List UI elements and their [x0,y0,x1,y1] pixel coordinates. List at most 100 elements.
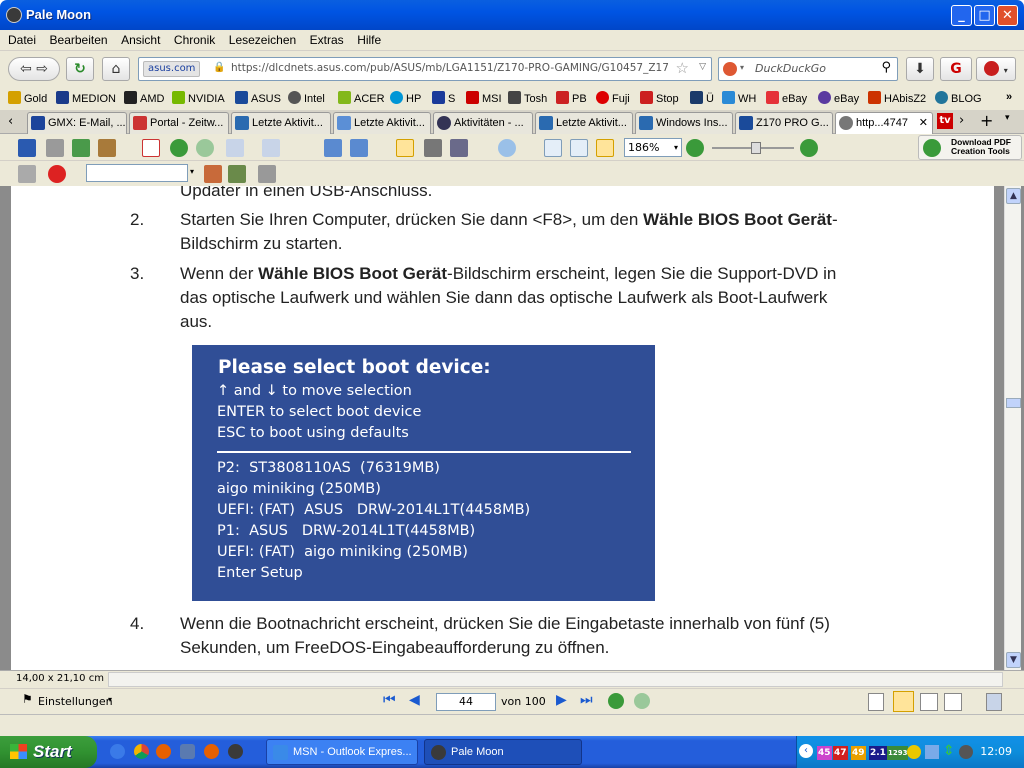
taskbar-task-outlook[interactable]: MSN - Outlook Expres... [266,739,418,765]
zoom-level-select[interactable]: 186% ▾ [624,138,682,157]
search-icon[interactable]: ⚲ [881,60,891,75]
back-forward-button[interactable]: ⇦ ⇨ [8,57,60,81]
minimize-button[interactable]: _ [951,5,972,26]
recycle-icon[interactable] [228,165,246,183]
bookmark-item[interactable]: Intel [288,91,325,105]
close-button[interactable]: ✕ [997,5,1018,26]
tab-active[interactable]: http...4747 ✕ [835,112,933,135]
tab-scroll-left-icon[interactable]: ‹ [8,114,13,129]
tray-arrows-icon[interactable]: ⇕ [943,743,955,759]
previous-page-icon[interactable]: ◀ [409,692,420,708]
previous-view-icon[interactable] [170,139,188,157]
settings-dropdown-icon[interactable]: ▾ [108,695,112,704]
menu-lesezeichen[interactable]: Lesezeichen [229,30,296,50]
adblock-dropdown-icon[interactable]: ▾ [1004,66,1008,75]
tray-badge[interactable]: 45 [817,746,832,760]
bookmark-item[interactable]: S [432,91,455,105]
zoom-out-icon[interactable] [686,139,704,157]
rotate-icon[interactable] [324,139,342,157]
scroll-down-icon[interactable]: ▼ [1006,652,1021,668]
bookmark-item[interactable]: Ü [690,91,714,105]
tray-network-icon[interactable] [925,745,939,759]
find-binoculars-icon[interactable] [18,165,36,183]
bookmark-item[interactable]: MEDION [56,91,116,105]
bookmark-star-icon[interactable]: ☆ [676,59,689,77]
scroll-up-icon[interactable]: ▲ [1006,188,1021,204]
zoom-slider-handle[interactable] [751,142,761,154]
zoom-icon[interactable] [498,139,516,157]
horizontal-scrollbar[interactable] [108,672,1003,687]
tray-badge[interactable]: 49 [851,746,866,760]
tab[interactable]: Letzte Aktivit... [231,112,331,134]
search-bar[interactable]: ▾ DuckDuckGo ⚲ [718,57,898,81]
extension-g-button[interactable]: G [940,57,972,81]
bookmark-item[interactable]: MSI [466,91,502,105]
page-layout-icon[interactable] [986,693,1002,711]
url-dropdown-icon[interactable]: ▽ [699,62,706,72]
scrollbar-thumb[interactable] [1006,398,1021,408]
zoom-dropdown-icon[interactable]: ▾ [674,139,678,156]
tab[interactable]: Z170 PRO G... [735,112,833,134]
fit-page-icon[interactable] [570,139,588,157]
bookmark-item[interactable]: Gold [8,91,47,105]
export-icon[interactable] [72,139,90,157]
search-engine-dropdown-icon[interactable]: ▾ [740,63,744,72]
settings-button[interactable]: Einstellungen [38,695,113,708]
search-input[interactable]: DuckDuckGo [755,62,826,75]
download-pdf-creation-tools-button[interactable]: Download PDF Creation Tools [918,135,1022,160]
bookmark-item[interactable]: HP [390,91,421,105]
bookmark-item[interactable]: Tosh [508,91,547,105]
undo-icon[interactable] [226,139,244,157]
bookmark-item[interactable]: BLOG [935,91,982,105]
package-icon[interactable] [98,139,116,157]
bookmark-item[interactable]: AMD [124,91,164,105]
ask-icon[interactable] [48,165,66,183]
single-page-icon[interactable] [868,693,884,711]
ask-search-input[interactable] [86,164,188,182]
bookmark-item[interactable]: WH [722,91,756,105]
continuous-page-icon[interactable] [893,691,914,712]
bookmark-item[interactable]: HAbisZ2 [868,91,926,105]
tab-scroll-right-icon[interactable]: › [959,113,964,128]
tray-badge[interactable]: 2.1 [869,746,887,760]
start-button[interactable]: Start [0,736,97,768]
bookmark-item[interactable]: eBay [766,91,807,105]
tab[interactable]: Letzte Aktivit... [333,112,431,134]
snapshot-icon[interactable] [424,139,442,157]
select-tool-icon[interactable] [450,139,468,157]
bookmark-item[interactable]: PB [556,91,587,105]
tray-plus-icon[interactable] [907,745,921,759]
settings-flag-icon[interactable]: ⚑ [22,692,33,706]
tab[interactable]: GMX: E-Mail, ... [27,112,127,134]
tray-expand-icon[interactable]: ‹ [799,744,813,758]
filter-icon[interactable] [258,165,276,183]
bookmark-item[interactable]: Stop [640,91,679,105]
adblock-button[interactable]: ▾ [976,57,1016,81]
menu-chronik[interactable]: Chronik [174,30,215,50]
previous-view-icon[interactable] [608,693,624,709]
search-tools-icon[interactable] [204,165,222,183]
tab-list-icon[interactable]: ▾ [1005,113,1010,123]
menu-hilfe[interactable]: Hilfe [357,30,381,50]
bookmark-item[interactable]: ACER [338,91,385,105]
clock[interactable]: 12:09 [980,745,1012,758]
actual-size-icon[interactable] [544,139,562,157]
url-text[interactable]: https://dlcdnets.asus.com/pub/ASUS/mb/LG… [231,62,669,74]
zoom-in-icon[interactable] [800,139,818,157]
tray-badge[interactable]: 1293 [887,746,909,760]
new-tab-icon[interactable]: + [980,111,993,130]
continuous-facing-icon[interactable] [944,693,962,711]
tab[interactable]: Windows Ins... [635,112,733,134]
next-view-icon[interactable] [634,693,650,709]
last-page-icon[interactable]: ⏭ [580,692,593,708]
ask-search-dropdown-icon[interactable]: ▾ [190,167,194,176]
maximize-button[interactable]: □ [974,5,995,26]
print-icon[interactable] [46,139,64,157]
tab[interactable]: Letzte Aktivit... [535,112,633,134]
home-button[interactable]: ⌂ [102,57,130,81]
tv-tab-icon[interactable]: tv [937,113,953,129]
menu-bearbeiten[interactable]: Bearbeiten [50,30,108,50]
reload-button[interactable]: ↻ [66,57,94,81]
duckduckgo-icon[interactable] [723,62,737,76]
menu-ansicht[interactable]: Ansicht [121,30,160,50]
